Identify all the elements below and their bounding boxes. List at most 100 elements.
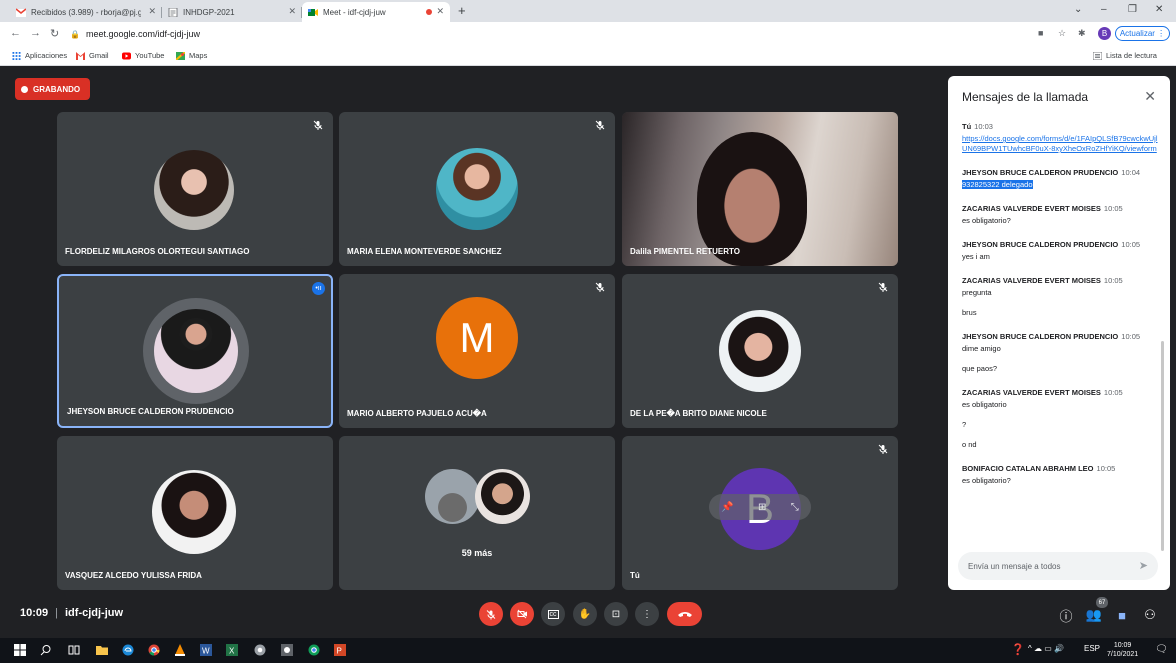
excel-icon[interactable]: X <box>226 644 238 656</box>
chrome-profile-icon[interactable] <box>254 644 266 656</box>
address-bar[interactable]: 🔒 meet.google.com/idf-cjdj-juw <box>70 25 1010 43</box>
update-button[interactable]: Actualizar ⋮ <box>1115 26 1170 41</box>
message-link[interactable]: https://docs.google.com/forms/d/e/1FAIpQ… <box>962 134 1162 154</box>
tab-inhdgp[interactable]: INHDGP-2021 ✕ <box>162 2 302 22</box>
minimize-icon[interactable]: – <box>1101 4 1107 15</box>
more-participants-tile[interactable]: 59 más <box>339 436 615 590</box>
participant-count-badge: 67 <box>1096 597 1108 608</box>
recording-label: GRABANDO <box>33 84 81 94</box>
svg-text:P: P <box>337 647 342 656</box>
activities-icon[interactable]: ⚇ <box>1140 605 1160 625</box>
minimize-tile-icon[interactable]: ⤡ <box>791 502 799 513</box>
forward-icon[interactable]: → <box>30 27 41 39</box>
meet-icon <box>308 8 318 16</box>
window-close-icon[interactable]: ✕ <box>1155 4 1163 15</box>
chrome-active-icon[interactable] <box>308 644 320 656</box>
maximize-icon[interactable]: ❐ <box>1128 4 1137 15</box>
help-icon[interactable]: ❓ <box>1011 643 1025 656</box>
raise-hand-button[interactable]: ✋ <box>573 602 597 626</box>
hangup-icon <box>677 612 692 617</box>
update-label: Actualizar <box>1119 29 1155 38</box>
close-icon[interactable]: ✕ <box>148 6 156 17</box>
bookmark-star-icon[interactable]: ☆ <box>1058 28 1066 39</box>
browser-tab-strip: Recibidos (3.989) - rborja@pj.gob.pe ✕ I… <box>0 0 1176 22</box>
bookmark-label: Gmail <box>89 51 109 60</box>
meeting-info: 10:09 | idf-cjdj-juw <box>20 607 123 619</box>
message-text: ? <box>962 420 967 429</box>
close-chat-icon[interactable]: ✕ <box>1144 88 1156 105</box>
participant-photo <box>436 148 518 230</box>
reading-list-button[interactable]: Lista de lectura <box>1093 51 1157 60</box>
chrome-icon[interactable] <box>148 644 160 656</box>
participant-photo <box>154 309 238 393</box>
message-text: yes i am <box>962 252 990 261</box>
participant-tile-active-speaker[interactable]: •ıı JHEYSON BRUCE CALDERON PRUDENCIO <box>57 274 333 428</box>
lock-icon: 🔒 <box>70 29 80 39</box>
message-text: que paos? <box>962 364 998 373</box>
self-tile[interactable]: B 📌 ⊞ ⤡ Tú <box>622 436 898 590</box>
close-icon[interactable]: ✕ <box>288 6 296 17</box>
file-explorer-icon[interactable] <box>96 644 108 656</box>
leave-call-button[interactable] <box>667 602 702 626</box>
tab-gmail[interactable]: Recibidos (3.989) - rborja@pj.gob.pe ✕ <box>10 2 162 22</box>
gmail-icon <box>16 7 26 17</box>
mic-toggle-button[interactable] <box>479 602 503 626</box>
message-sender: JHEYSON BRUCE CALDERON PRUDENCIO <box>962 168 1119 177</box>
back-icon[interactable]: ← <box>10 27 21 39</box>
windows-start-icon[interactable] <box>14 644 26 656</box>
language-indicator[interactable]: ESP <box>1084 644 1100 653</box>
profile-avatar[interactable]: B <box>1098 27 1111 40</box>
participant-tile[interactable]: DE LA PE�A BRITO DIANE NICOLE <box>622 274 898 428</box>
vlc-icon[interactable] <box>174 644 186 656</box>
new-tab-button[interactable]: + <box>458 3 466 18</box>
word-icon[interactable]: W <box>200 644 212 656</box>
edge-icon[interactable] <box>122 644 134 656</box>
participant-name: JHEYSON BRUCE CALDERON PRUDENCIO <box>67 407 234 416</box>
bookmark-gmail[interactable]: Gmail <box>76 51 109 60</box>
camera-icon[interactable]: ■ <box>1038 28 1043 38</box>
pin-icon[interactable]: 📌 <box>721 502 733 513</box>
bookmark-maps[interactable]: Maps <box>176 51 207 60</box>
reload-icon[interactable]: ↻ <box>50 27 59 40</box>
task-view-icon[interactable] <box>68 644 80 656</box>
bookmark-apps[interactable]: Aplicaciones <box>12 51 67 60</box>
camera-toggle-button[interactable] <box>510 602 534 626</box>
message-sender: Tú <box>962 122 972 131</box>
message-sender: JHEYSON BRUCE CALDERON PRUDENCIO <box>962 332 1119 341</box>
tab-meet[interactable]: Meet - idf-cjdj-juw ✕ <box>302 2 450 22</box>
people-icon[interactable]: 👥 <box>1084 605 1104 625</box>
captions-button[interactable]: cc <box>541 602 565 626</box>
send-icon[interactable]: ➤ <box>1139 559 1148 572</box>
tab-search-icon[interactable]: ⌄ <box>1074 4 1082 15</box>
taskbar-clock[interactable]: 10:09 7/10/2021 <box>1107 641 1138 659</box>
more-options-button[interactable]: ⋮ <box>635 602 659 626</box>
powerpoint-icon[interactable]: P <box>334 644 346 656</box>
message-text: es obligatorio <box>962 400 1007 409</box>
notifications-icon[interactable]: 🗨 <box>1155 644 1168 655</box>
chat-icon[interactable]: ■ <box>1112 605 1132 625</box>
bookmark-youtube[interactable]: YouTube <box>122 51 164 60</box>
extensions-icon[interactable]: ✱ <box>1078 28 1086 39</box>
participant-tile[interactable]: M MARIO ALBERTO PAJUELO ACU�A <box>339 274 615 428</box>
participant-tile[interactable]: VASQUEZ ALCEDO YULISSA FRIDA <box>57 436 333 590</box>
taskbar-date: 7/10/2021 <box>1107 651 1139 658</box>
present-button[interactable]: ⊡ <box>604 602 628 626</box>
chat-scrollbar[interactable] <box>1161 341 1164 551</box>
participant-tile[interactable]: MARIA ELENA MONTEVERDE SANCHEZ <box>339 112 615 266</box>
participant-tile[interactable]: FLORDELIZ MILAGROS OLORTEGUI SANTIAGO <box>57 112 333 266</box>
speaking-indicator-icon: •ıı <box>312 282 325 295</box>
message-time: 10:04 <box>1121 168 1141 177</box>
layout-icon[interactable]: ⊞ <box>758 502 766 513</box>
message-sender: JHEYSON BRUCE CALDERON PRUDENCIO <box>962 240 1119 249</box>
chat-message: Tú 10:03 https://docs.google.com/forms/d/… <box>962 122 1162 154</box>
participant-tile-video[interactable]: Dalila PIMENTEL RETUERTO <box>622 112 898 266</box>
meeting-details-icon[interactable]: ⓘ <box>1056 605 1076 625</box>
chat-message: JHEYSON BRUCE CALDERON PRUDENCIO 10:04 93… <box>962 168 1162 190</box>
meeting-code[interactable]: idf-cjdj-juw <box>65 607 123 619</box>
close-icon[interactable]: ✕ <box>436 6 444 17</box>
chat-input[interactable]: Envía un mensaje a todos ➤ <box>958 552 1158 580</box>
search-icon[interactable] <box>40 644 52 656</box>
tray-icons[interactable]: ^ ☁ ▭ 🔊 <box>1028 644 1064 653</box>
app-icon[interactable] <box>281 644 293 656</box>
message-time: 10:03 <box>974 122 993 131</box>
